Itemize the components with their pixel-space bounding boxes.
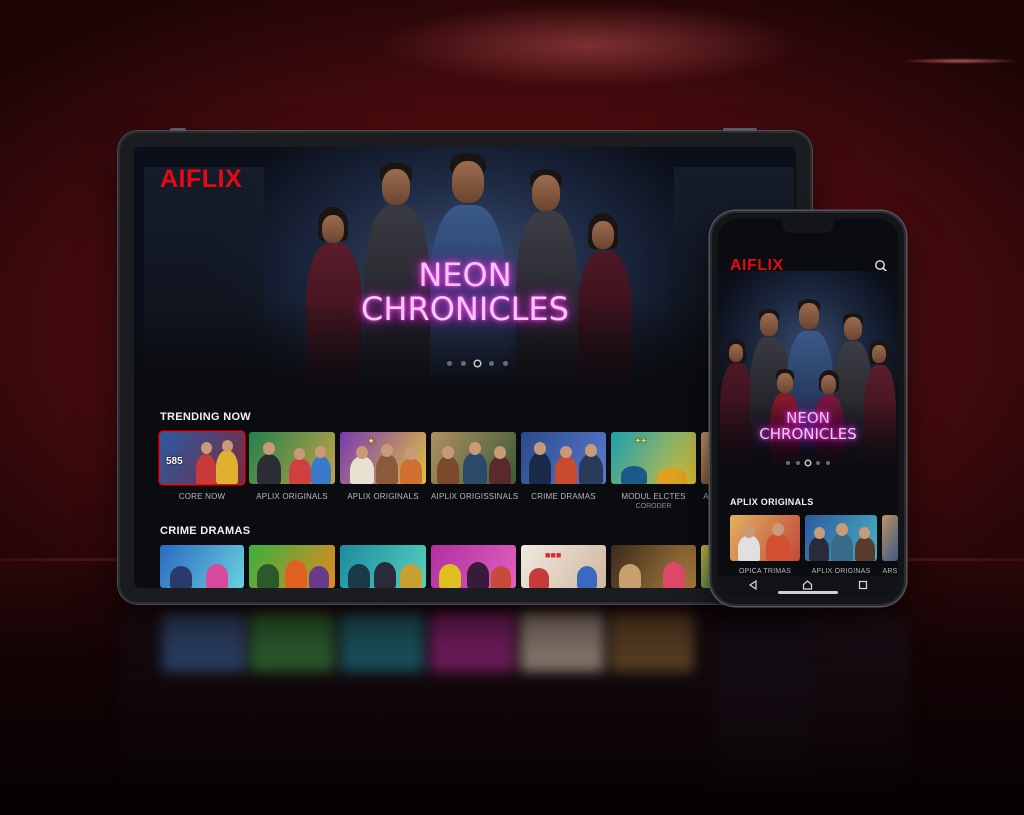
row-title-trending: TRENDING NOW: [160, 411, 251, 423]
thumb-caption: MODUL ELCTES: [621, 492, 686, 501]
home-indicator[interactable]: [778, 591, 838, 594]
light-streak: [900, 58, 1020, 64]
tablet-volume-button: [723, 128, 757, 131]
hero-banner[interactable]: AIFLIX NEON CHRONICLES: [134, 147, 796, 392]
crime-drama-thumb[interactable]: [160, 545, 244, 588]
trending-thumb[interactable]: [521, 432, 606, 484]
phone-hero-title-line2: CHRONICLES: [759, 424, 857, 443]
phone-row-thumb[interactable]: [805, 515, 877, 561]
phone-notch: [782, 219, 834, 233]
phone-hero-banner[interactable]: NEON CHRONICLES: [718, 271, 898, 471]
reflection-thumb: [430, 612, 514, 672]
hero-title-line1: NEON: [418, 256, 512, 294]
phone-hero-title[interactable]: NEON CHRONICLES: [738, 410, 878, 443]
phone-reflection: [715, 612, 910, 802]
carousel-dot-active[interactable]: [806, 461, 810, 465]
carousel-dot[interactable]: [503, 361, 508, 366]
thumb-caption: APLIX ORIGINALS: [256, 492, 328, 501]
carousel-dot[interactable]: [826, 461, 830, 465]
trending-thumb[interactable]: [249, 432, 335, 484]
thumb-title-art: ✦✦: [635, 438, 647, 445]
hero-title-line2: CHRONICLES: [361, 289, 569, 328]
reflection-thumb: [250, 612, 334, 672]
phone-thumb-caption: APLIX ORIGINAS: [811, 568, 871, 575]
row-title-crime-dramas: CRIME DRAMAS: [160, 525, 251, 537]
thumb-subcaption: CORODER: [635, 503, 672, 510]
tablet-screen: AIFLIX NEON CHRONICLES TRENDING NOW 585: [134, 147, 796, 588]
phone-row-thumb[interactable]: [730, 515, 800, 561]
carousel-dot[interactable]: [447, 361, 452, 366]
trending-thumb[interactable]: ★: [340, 432, 426, 484]
device-reflection: [120, 612, 910, 812]
tablet-power-button: [170, 128, 186, 131]
thumb-title-art: ■■■: [545, 550, 562, 560]
carousel-dot[interactable]: [816, 461, 820, 465]
reflection-thumb: [162, 612, 246, 672]
thumb-badge: 585: [166, 456, 183, 467]
hero-title[interactable]: NEON CHRONICLES: [334, 256, 596, 328]
carousel-dot[interactable]: [489, 361, 494, 366]
reflection-thumb: [520, 612, 604, 672]
phone-row-thumb[interactable]: [882, 515, 898, 561]
thumb-caption: AIPLIX ORIGISSINALS: [431, 492, 519, 501]
crime-drama-thumb[interactable]: [611, 545, 696, 588]
brand-logo[interactable]: AIFLIX: [160, 165, 242, 194]
carousel-dot[interactable]: [461, 361, 466, 366]
phone-screen: AIFLIX NEON CHRONICLES APLIX ORIGINALS O…: [718, 219, 898, 598]
reflection-thumb: [340, 612, 424, 672]
reflection-thumb: [610, 612, 694, 672]
phone-row-title: APLIX ORIGINALS: [730, 497, 814, 507]
crime-drama-thumb[interactable]: [340, 545, 426, 588]
recents-icon[interactable]: [858, 580, 868, 593]
phone-thumb-caption: OPICA TRIMAS: [738, 568, 792, 575]
crime-drama-thumb[interactable]: [249, 545, 335, 588]
carousel-dot[interactable]: [796, 461, 800, 465]
carousel-dots: [447, 361, 508, 366]
tablet-device: AIFLIX NEON CHRONICLES TRENDING NOW 585: [118, 128, 812, 604]
back-icon[interactable]: [748, 579, 758, 593]
android-nav-bar: [718, 576, 898, 598]
carousel-dot-active[interactable]: [475, 361, 480, 366]
thumb-caption: APLIX ORIGINALS: [347, 492, 419, 501]
thumb-title-art: ★: [368, 438, 375, 445]
thumb-caption: CORE NOW: [178, 492, 226, 501]
carousel-dot[interactable]: [786, 461, 790, 465]
crime-drama-thumb[interactable]: [431, 545, 516, 588]
phone-thumb-caption: ARS: [882, 568, 898, 575]
trending-thumb[interactable]: ✦✦: [611, 432, 696, 484]
trending-thumb[interactable]: [431, 432, 516, 484]
phone-device: AIFLIX NEON CHRONICLES APLIX ORIGINALS O…: [710, 211, 906, 606]
phone-carousel-dots: [786, 461, 830, 465]
crime-drama-thumb[interactable]: ■■■: [521, 545, 606, 588]
trending-thumb[interactable]: 585: [160, 432, 244, 484]
thumb-caption: CRIME DRAMAS: [531, 492, 596, 501]
